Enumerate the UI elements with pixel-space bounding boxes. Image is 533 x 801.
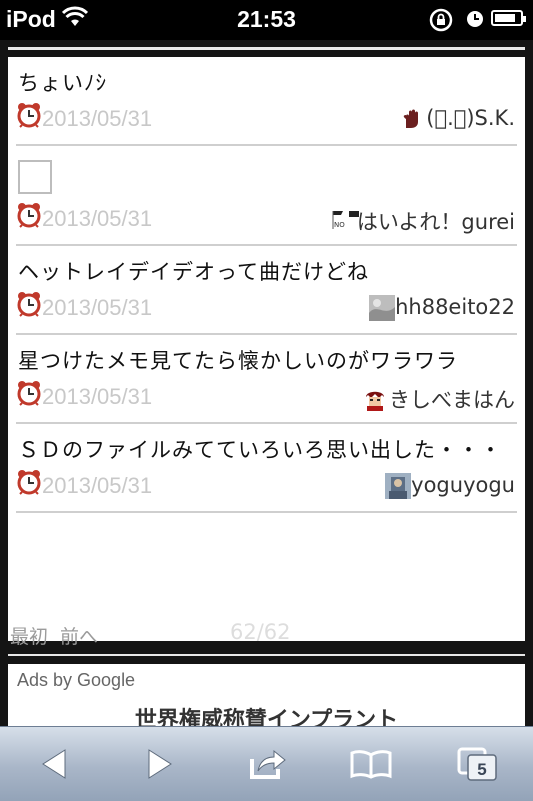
post-user[interactable]: (ﾟ.ﾟ)S.K. <box>400 106 515 130</box>
alarm-clock-icon <box>16 202 42 232</box>
ad-label: Ads by Google <box>17 670 136 690</box>
page-count: 62/62 <box>230 620 291 644</box>
user-name: はいよれ！gurei <box>356 210 515 234</box>
browser-toolbar: 5 <box>0 726 533 801</box>
flag-avatar: NO <box>331 209 359 233</box>
post-text: ちょいﾉｼ <box>18 71 107 95</box>
post-meta: 2013/05/31 (ﾟ.ﾟ)S.K. <box>16 100 517 144</box>
pager-divider <box>8 654 525 656</box>
post-list: ちょいﾉｼ 2013/05/31 (ﾟ.ﾟ)S.K. 2013/05/31 NO はいよれ… <box>8 57 525 641</box>
share-icon <box>250 749 286 779</box>
post-user[interactable]: yoguyogu <box>385 473 515 499</box>
rotation-lock-icon <box>428 8 454 37</box>
back-button[interactable] <box>28 741 80 787</box>
post-item[interactable]: ＳＤのファイルみてていろいろ思い出した・・・ 2013/05/31 yoguyogu <box>16 424 517 513</box>
top-divider <box>8 47 525 50</box>
post-item[interactable]: ヘットレイデイデオって曲だけどね 2013/05/31 hh88eito22 <box>16 246 517 335</box>
pages-icon: 5 <box>457 747 497 781</box>
post-user[interactable]: hh88eito22 <box>369 295 515 321</box>
user-name: yoguyogu <box>411 473 515 497</box>
photo-avatar <box>385 473 412 499</box>
post-text: ＳＤのファイルみてていろいろ思い出した・・・ <box>18 438 502 462</box>
post-user[interactable]: きしべまはん <box>363 384 515 414</box>
post-text: ヘットレイデイデオって曲だけどね <box>18 260 369 284</box>
gray-avatar <box>369 295 396 321</box>
book-icon <box>350 750 392 779</box>
status-bar: iPod 21:53 <box>0 0 533 40</box>
post-date: 2013/05/31 <box>42 295 153 320</box>
alarm-clock-icon <box>16 291 42 321</box>
anime-avatar <box>363 387 387 411</box>
user-name: hh88eito22 <box>395 295 515 319</box>
share-button[interactable] <box>242 741 294 787</box>
tabs-button[interactable]: 5 <box>452 741 504 787</box>
post-meta: 2013/05/31 hh88eito22 <box>16 289 517 333</box>
post-date: 2013/05/31 <box>42 473 153 498</box>
alarm-clock-icon <box>16 469 42 499</box>
tabs-count: 5 <box>477 760 486 779</box>
post-item[interactable]: 2013/05/31 NO はいよれ！gurei <box>16 160 517 246</box>
page-content: ちょいﾉｼ 2013/05/31 (ﾟ.ﾟ)S.K. 2013/05/31 NO はいよれ… <box>0 40 533 734</box>
hand-avatar <box>400 106 424 130</box>
back-arrow-icon <box>42 749 66 779</box>
post-image-placeholder[interactable] <box>18 160 52 194</box>
post-user[interactable]: NO はいよれ！gurei <box>331 206 515 236</box>
user-name: きしべまはん <box>389 388 515 412</box>
battery-icon <box>491 10 526 26</box>
alarm-clock-icon <box>16 380 42 410</box>
forward-arrow-icon <box>148 749 172 779</box>
post-date: 2013/05/31 <box>42 106 153 131</box>
alarm-status-icon <box>465 9 485 34</box>
post-date: 2013/05/31 <box>42 206 153 231</box>
post-date: 2013/05/31 <box>42 384 153 409</box>
pager: 最初 前へ 62/62 <box>8 608 525 658</box>
post-item[interactable]: ちょいﾉｼ 2013/05/31 (ﾟ.ﾟ)S.K. <box>16 57 517 146</box>
post-item[interactable]: 星つけたメモ見てたら懐かしいのがワラワラ 2013/05/31 きしべまはん <box>16 335 517 424</box>
post-meta: 2013/05/31 yoguyogu <box>16 467 517 511</box>
svg-text:NO: NO <box>334 221 345 229</box>
pager-first-link[interactable]: 最初 <box>10 622 48 649</box>
user-name: (ﾟ.ﾟ)S.K. <box>426 106 515 130</box>
post-meta: 2013/05/31 NO はいよれ！gurei <box>16 200 517 244</box>
forward-button[interactable] <box>134 741 186 787</box>
ad-box[interactable]: Ads by Google 世界権威称賛インプラント <box>8 664 525 734</box>
pager-prev-link[interactable]: 前へ <box>60 622 98 649</box>
alarm-clock-icon <box>16 102 42 132</box>
post-text: 星つけたメモ見てたら懐かしいのがワラワラ <box>18 349 458 373</box>
battery-fill <box>495 14 515 22</box>
bookmarks-button[interactable] <box>345 741 397 787</box>
post-meta: 2013/05/31 きしべまはん <box>16 378 517 422</box>
